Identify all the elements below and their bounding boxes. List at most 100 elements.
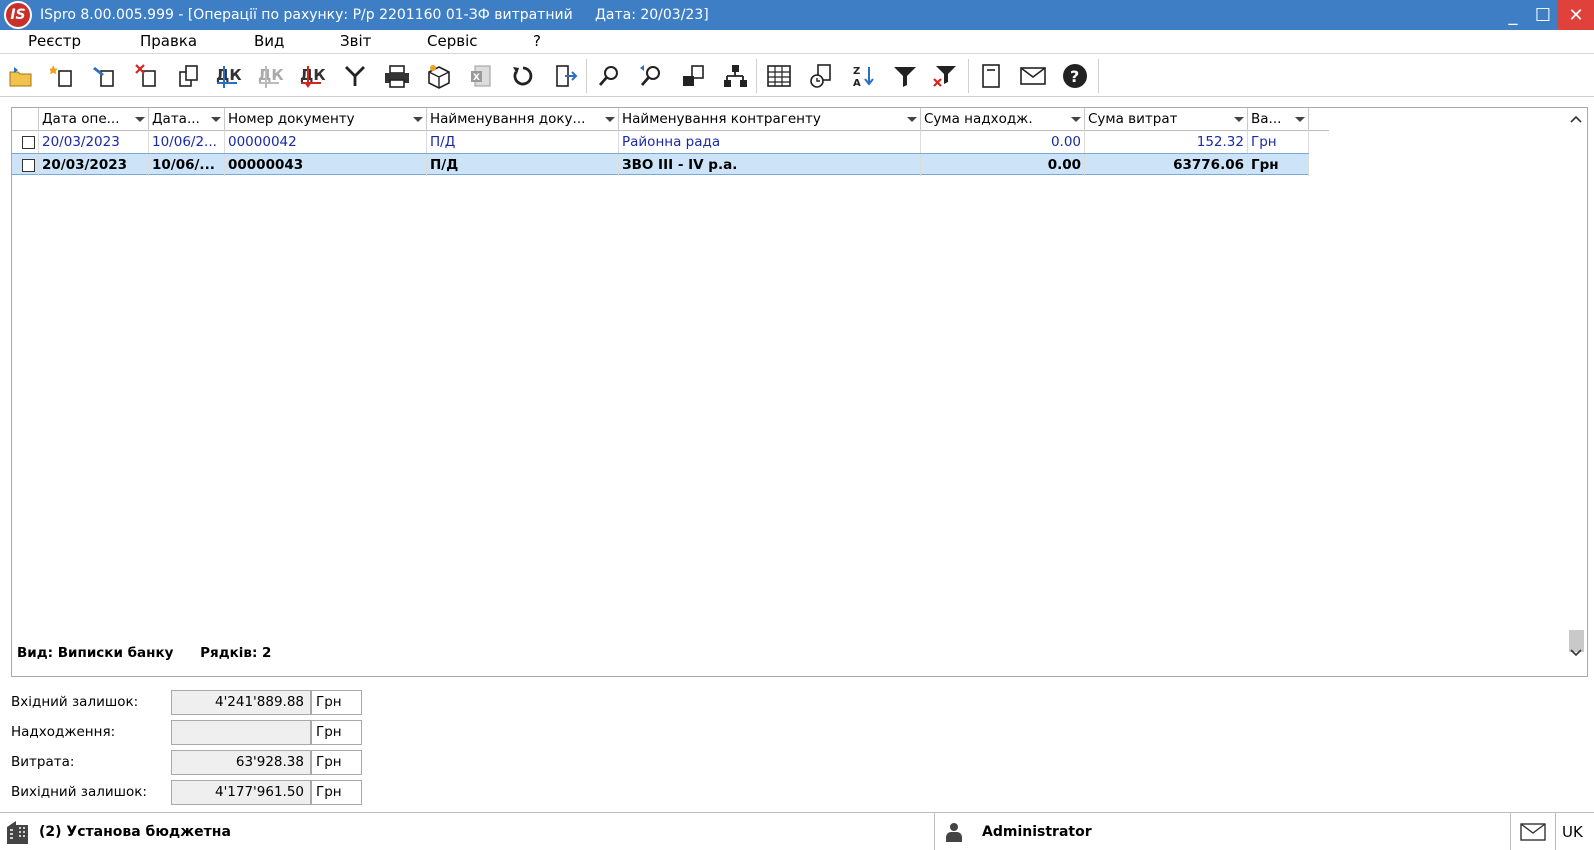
column-header-document-name[interactable]: Найменування доку...: [427, 108, 619, 131]
row-checkbox[interactable]: [22, 159, 35, 172]
user-segment[interactable]: Administrator: [935, 813, 1511, 850]
print-icon[interactable]: [380, 59, 414, 93]
vertical-scrollbar[interactable]: [1565, 108, 1587, 676]
column-header-income[interactable]: Сума надходж.: [921, 108, 1085, 131]
svg-text:Z: Z: [853, 66, 860, 77]
organization-name: (2) Установа бюджетна: [39, 824, 231, 840]
menu-help[interactable]: ?: [533, 32, 541, 50]
new-document-icon[interactable]: [46, 59, 80, 93]
refresh-icon[interactable]: [506, 59, 540, 93]
table-icon[interactable]: [762, 59, 796, 93]
cell-document-name: П/Д: [427, 131, 619, 153]
merge-arrow-icon[interactable]: [338, 59, 372, 93]
column-dropdown-icon[interactable]: [605, 117, 615, 122]
toolbar-separator: [756, 59, 757, 93]
cell-currency: Грн: [1248, 154, 1309, 176]
organization-segment[interactable]: (2) Установа бюджетна: [0, 813, 935, 850]
filter-icon[interactable]: [888, 59, 922, 93]
open-folder-icon[interactable]: [4, 59, 38, 93]
column-header-currency[interactable]: Ва...: [1248, 108, 1309, 131]
table-row-selected[interactable]: 20/03/2023 10/06/... 00000043 П/Д ЗВО II…: [12, 153, 1309, 176]
grid-status: Вид: Виписки банку Рядків: 2: [17, 645, 271, 661]
scroll-down-icon[interactable]: [1569, 646, 1583, 660]
column-dropdown-icon[interactable]: [907, 117, 917, 122]
search-next-icon[interactable]: [634, 59, 668, 93]
transfer-icon[interactable]: [676, 59, 710, 93]
column-label: Номер документу: [228, 111, 355, 127]
cell-income: 0.00: [921, 131, 1085, 153]
column-dropdown-icon[interactable]: [1295, 117, 1305, 122]
table-row[interactable]: 20/03/2023 10/06/2... 00000042 П/Д Район…: [12, 131, 1309, 153]
column-label: Ва...: [1251, 111, 1282, 127]
toolbar: ДК ДК ДК X ZA ?: [0, 55, 1594, 97]
column-label: Найменування доку...: [430, 111, 586, 127]
cell-counterparty: Районна рада: [619, 131, 921, 153]
excel-icon[interactable]: X: [464, 59, 498, 93]
column-header-document-number[interactable]: Номер документу: [225, 108, 427, 131]
app-logo-icon[interactable]: IS: [4, 1, 32, 29]
cell-currency: Грн: [1248, 131, 1309, 153]
scroll-up-icon[interactable]: [1569, 112, 1583, 126]
cell-expense: 63776.06: [1085, 154, 1248, 176]
window-controls: _ ☐ ✕: [1498, 0, 1594, 30]
close-button[interactable]: ✕: [1558, 0, 1594, 30]
status-bar: (2) Установа бюджетна Administrator UK: [0, 812, 1594, 850]
clear-filter-icon[interactable]: [928, 59, 962, 93]
income-label: Надходження:: [11, 724, 116, 740]
dk-disabled-icon[interactable]: ДК: [254, 59, 288, 93]
column-dropdown-icon[interactable]: [413, 117, 423, 122]
column-label: Найменування контрагенту: [622, 111, 821, 127]
menu-service[interactable]: Сервіс: [427, 32, 477, 50]
exit-icon[interactable]: [548, 59, 582, 93]
column-dropdown-icon[interactable]: [211, 117, 221, 122]
menu-registry[interactable]: Реєстр: [28, 32, 81, 50]
cell-document-name: П/Д: [427, 154, 619, 176]
closing-balance-label: Вихідний залишок:: [11, 784, 147, 800]
closing-balance-currency: Грн: [311, 780, 362, 805]
menu-view[interactable]: Вид: [254, 32, 284, 50]
row-checkbox-cell: [12, 131, 39, 153]
building-icon: [7, 821, 28, 844]
history-icon[interactable]: [804, 59, 838, 93]
svg-text:ДК: ДК: [258, 66, 284, 84]
search-icon[interactable]: [592, 59, 626, 93]
cell-expense: 152.32: [1085, 131, 1248, 153]
dk-icon[interactable]: ДК: [212, 59, 246, 93]
language-indicator[interactable]: UK: [1556, 813, 1594, 850]
package-icon[interactable]: [422, 59, 456, 93]
view-label: Вид: Виписки банку: [17, 645, 174, 661]
notepad-icon[interactable]: [974, 59, 1008, 93]
menu-edit[interactable]: Правка: [140, 32, 197, 50]
expense-currency: Грн: [311, 750, 362, 775]
delete-document-icon[interactable]: [130, 59, 164, 93]
opening-balance-field: 4'241'889.88: [171, 690, 311, 715]
cell-document-date: 10/06/...: [149, 154, 225, 176]
edit-document-icon[interactable]: [88, 59, 122, 93]
help-icon[interactable]: ?: [1058, 59, 1092, 93]
header-checkbox-column[interactable]: [12, 108, 39, 131]
mail-segment[interactable]: [1511, 813, 1556, 850]
hierarchy-icon[interactable]: [718, 59, 752, 93]
dk-red-icon[interactable]: ДК: [296, 59, 330, 93]
column-label: Дата опе...: [42, 111, 120, 127]
column-label: Сума витрат: [1088, 111, 1178, 127]
column-header-document-date[interactable]: Дата...: [149, 108, 225, 131]
row-checkbox[interactable]: [22, 136, 35, 149]
copy-document-icon[interactable]: [172, 59, 206, 93]
column-dropdown-icon[interactable]: [135, 117, 145, 122]
menu-report[interactable]: Звіт: [340, 32, 371, 50]
grid-header: Дата опе... Дата... Номер документу Найм…: [12, 108, 1329, 131]
maximize-button[interactable]: ☐: [1528, 0, 1558, 30]
column-header-operation-date[interactable]: Дата опе...: [39, 108, 149, 131]
column-dropdown-icon[interactable]: [1234, 117, 1244, 122]
title-bar: IS ISpro 8.00.005.999 - [Операції по рах…: [0, 0, 1594, 30]
column-header-expense[interactable]: Сума витрат: [1085, 108, 1248, 131]
svg-text:ДК: ДК: [300, 66, 326, 84]
sort-az-icon[interactable]: ZA: [846, 59, 880, 93]
window-title: ISpro 8.00.005.999 - [Операції по рахунк…: [40, 7, 709, 23]
minimize-button[interactable]: _: [1498, 0, 1528, 30]
cell-document-number: 00000043: [225, 154, 427, 176]
mail-icon[interactable]: [1016, 59, 1050, 93]
column-header-counterparty[interactable]: Найменування контрагенту: [619, 108, 921, 131]
column-dropdown-icon[interactable]: [1071, 117, 1081, 122]
